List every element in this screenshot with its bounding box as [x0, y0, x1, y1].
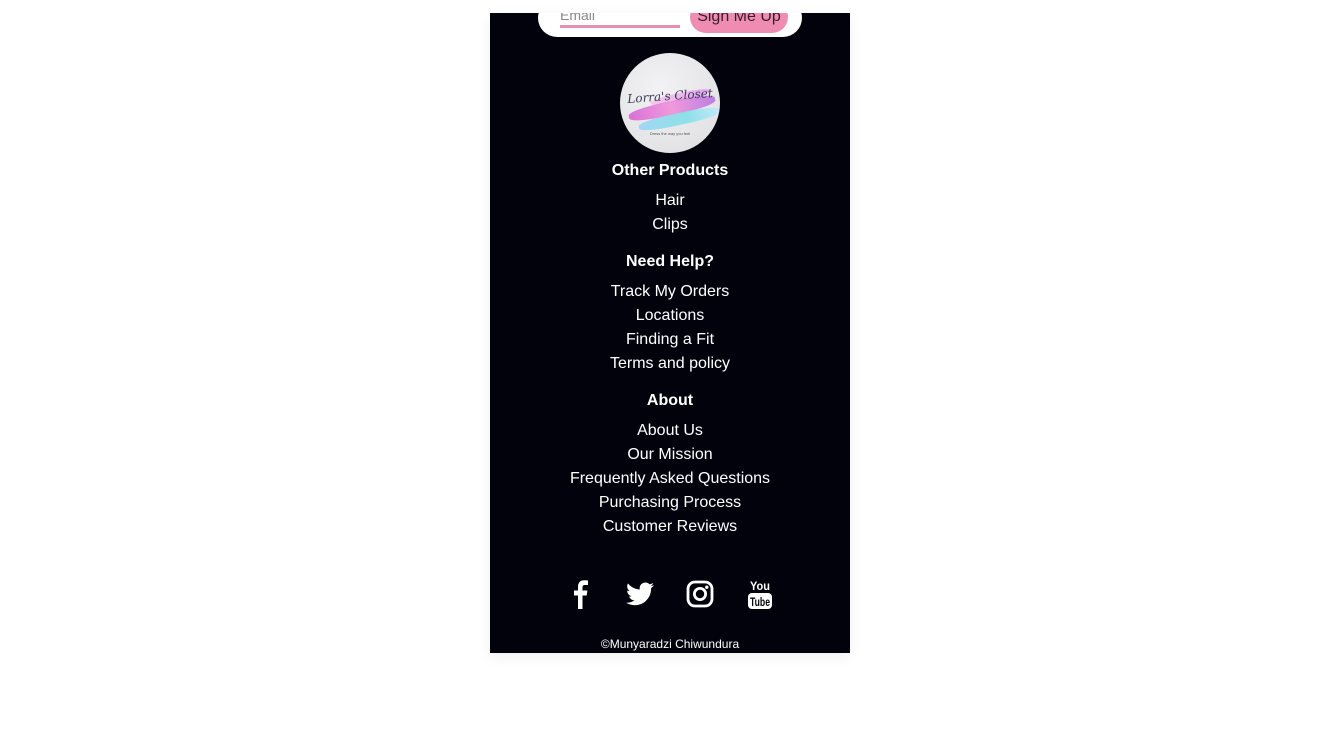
copyright-text: ©Munyaradzi Chiwundura: [600, 637, 740, 651]
svg-text:Tube: Tube: [750, 595, 770, 609]
social-links: You Tube: [490, 577, 850, 611]
footer-link-list: Track My Orders Locations Finding a Fit …: [490, 280, 850, 376]
footer-link-list: About Us Our Mission Frequently Asked Qu…: [490, 419, 850, 539]
footer-link-about-us[interactable]: About Us: [637, 422, 703, 439]
footer-link-clips[interactable]: Clips: [652, 216, 688, 233]
footer-section-title: Need Help?: [625, 253, 714, 270]
sign-up-button[interactable]: Sign Me Up: [690, 13, 788, 33]
footer-section-title: Other Products: [611, 162, 729, 179]
brand-logo[interactable]: Lorra's Closet Dress the way you feel: [620, 53, 720, 153]
footer-link-our-mission[interactable]: Our Mission: [627, 446, 712, 463]
footer-link-finding-a-fit[interactable]: Finding a Fit: [626, 331, 714, 348]
svg-text:You: You: [750, 579, 770, 593]
footer-link-list: Hair Clips: [490, 189, 850, 237]
footer-link-customer-reviews[interactable]: Customer Reviews: [603, 518, 737, 535]
newsletter-signup-form: Sign Me Up: [538, 13, 802, 37]
footer-link-track-orders[interactable]: Track My Orders: [611, 283, 730, 300]
logo-tagline: Dress the way you feel: [649, 131, 691, 136]
footer-link-faq[interactable]: Frequently Asked Questions: [570, 470, 770, 487]
footer: Sign Me Up Lorra's Closet Dress the way …: [490, 13, 850, 653]
footer-section-about: About About Us Our Mission Frequently As…: [490, 391, 850, 539]
footer-link-hair[interactable]: Hair: [655, 192, 684, 209]
facebook-icon[interactable]: [564, 577, 596, 611]
youtube-icon[interactable]: You Tube: [744, 577, 776, 611]
instagram-icon[interactable]: [684, 577, 716, 611]
footer-section-need-help: Need Help? Track My Orders Locations Fin…: [490, 252, 850, 376]
footer-section-other-products: Other Products Hair Clips: [490, 161, 850, 237]
email-input[interactable]: [560, 13, 680, 28]
footer-section-title: About: [646, 392, 694, 409]
footer-link-purchasing-process[interactable]: Purchasing Process: [599, 494, 741, 511]
twitter-icon[interactable]: [624, 577, 656, 611]
footer-link-terms[interactable]: Terms and policy: [610, 355, 730, 372]
footer-link-locations[interactable]: Locations: [636, 307, 705, 324]
